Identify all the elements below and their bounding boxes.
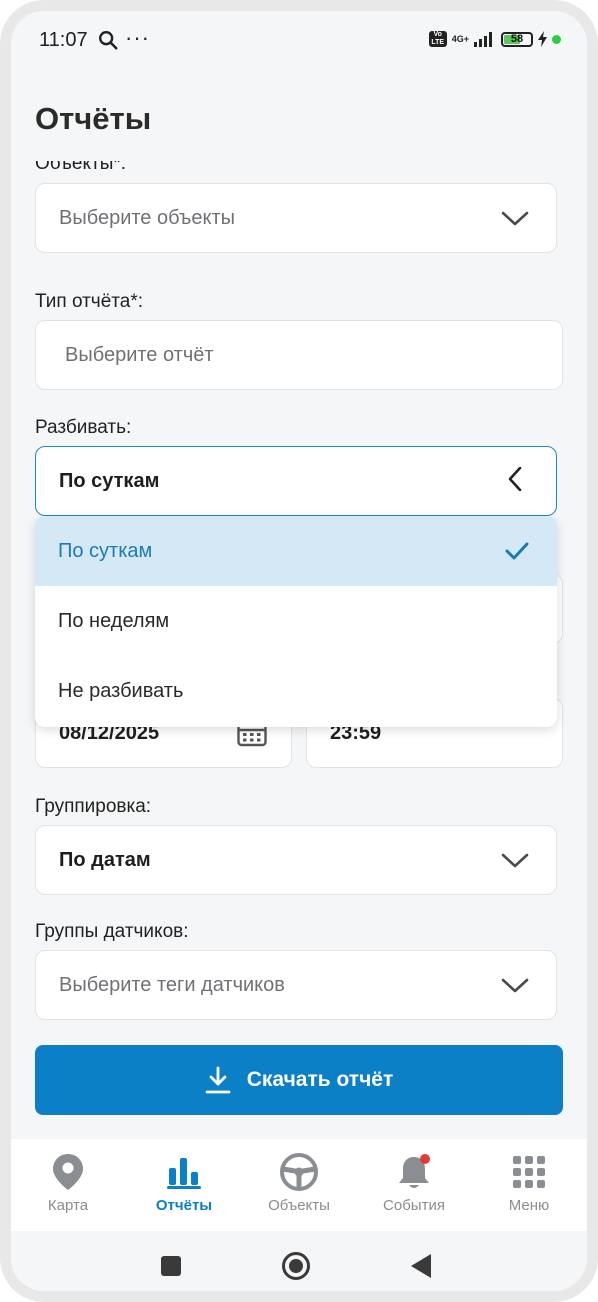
recents-button-icon[interactable] [160,1255,182,1277]
split-option[interactable]: Не разбивать [35,656,557,726]
tab-menu[interactable]: Меню [479,1147,579,1214]
download-icon [205,1066,231,1094]
tab-label: События [383,1197,445,1214]
battery-level: 58 [510,32,524,45]
phone-frame: 11:07 ··· Vo LTE 4G+ 58 Отчёты Объекты*:… [0,0,598,1302]
split-option-selected[interactable]: По суткам [35,516,557,586]
report-form[interactable]: Объекты*: Выберите объекты Тип отчёта*: … [11,161,587,1151]
objects-select[interactable]: Выберите объекты [35,183,557,253]
split-option-label: По неделям [58,610,170,632]
status-icons: Vo LTE 4G+ 58 [428,27,561,51]
chevron-left-icon [508,467,522,491]
report-type-label: Тип отчёта*: [35,291,143,312]
sensor-groups-placeholder: Выберите теги датчиков [59,974,285,996]
tab-map[interactable]: Карта [18,1147,118,1214]
chevron-down-icon [501,978,529,993]
volte-icon: Vo LTE [428,31,447,47]
bar-chart-icon [167,1158,201,1189]
grouping-value: По датам [59,849,151,871]
checkmark-icon [505,542,529,560]
download-label: Скачать отчёт [246,1068,394,1091]
status-bar: 11:07 ··· Vo LTE 4G+ 58 [11,11,587,69]
tab-label: Отчёты [155,1197,213,1214]
bell-icon [399,1154,430,1188]
charging-icon [538,31,547,47]
sensor-groups-select[interactable]: Выберите теги датчиков [35,950,557,1020]
battery-icon: 58 [501,31,533,47]
system-nav-bar [11,1231,587,1291]
split-option-label: По суткам [58,540,153,562]
notification-badge [420,1154,430,1164]
signal-icon [474,32,492,47]
split-option[interactable]: По неделям [35,586,557,656]
split-option-label: Не разбивать [58,680,184,702]
grouping-select[interactable]: По датам [35,825,557,895]
objects-placeholder: Выберите объекты [59,207,236,229]
status-time: 11:07 [39,29,88,51]
split-label: Разбивать: [35,417,132,438]
chevron-down-icon [501,853,529,868]
privacy-indicator [552,34,561,44]
report-type-select[interactable]: Выберите отчёт [35,320,563,390]
map-pin-icon [53,1154,83,1190]
grid-icon [513,1156,545,1188]
tab-label: Объекты [268,1197,330,1214]
steering-wheel-icon [280,1153,318,1191]
report-type-placeholder: Выберите отчёт [65,344,214,366]
tab-label: Карта [47,1197,89,1214]
bottom-tab-bar: Карта Отчёты Объекты События Меню [11,1139,587,1231]
back-button-icon[interactable] [409,1253,433,1279]
tab-events[interactable]: События [364,1147,464,1214]
objects-label: Объекты*: [35,161,127,174]
split-dropdown[interactable]: По суткам По неделям Не разбивать [35,516,557,727]
split-select[interactable]: По суткам [35,446,557,516]
more-dots-icon: ··· [125,25,150,50]
home-button-icon[interactable] [281,1251,311,1281]
download-report-button[interactable]: Скачать отчёт [35,1045,563,1115]
page-title: Отчёты [35,101,152,136]
tab-objects[interactable]: Объекты [249,1147,349,1214]
search-icon [99,31,118,50]
network-type: 4G+ [451,34,469,44]
sensor-groups-label: Группы датчиков: [35,921,189,942]
split-value: По суткам [59,470,160,492]
chevron-down-icon [501,211,529,226]
tab-label: Меню [508,1197,550,1214]
grouping-label: Группировка: [35,796,152,817]
tab-reports[interactable]: Отчёты [134,1147,234,1214]
